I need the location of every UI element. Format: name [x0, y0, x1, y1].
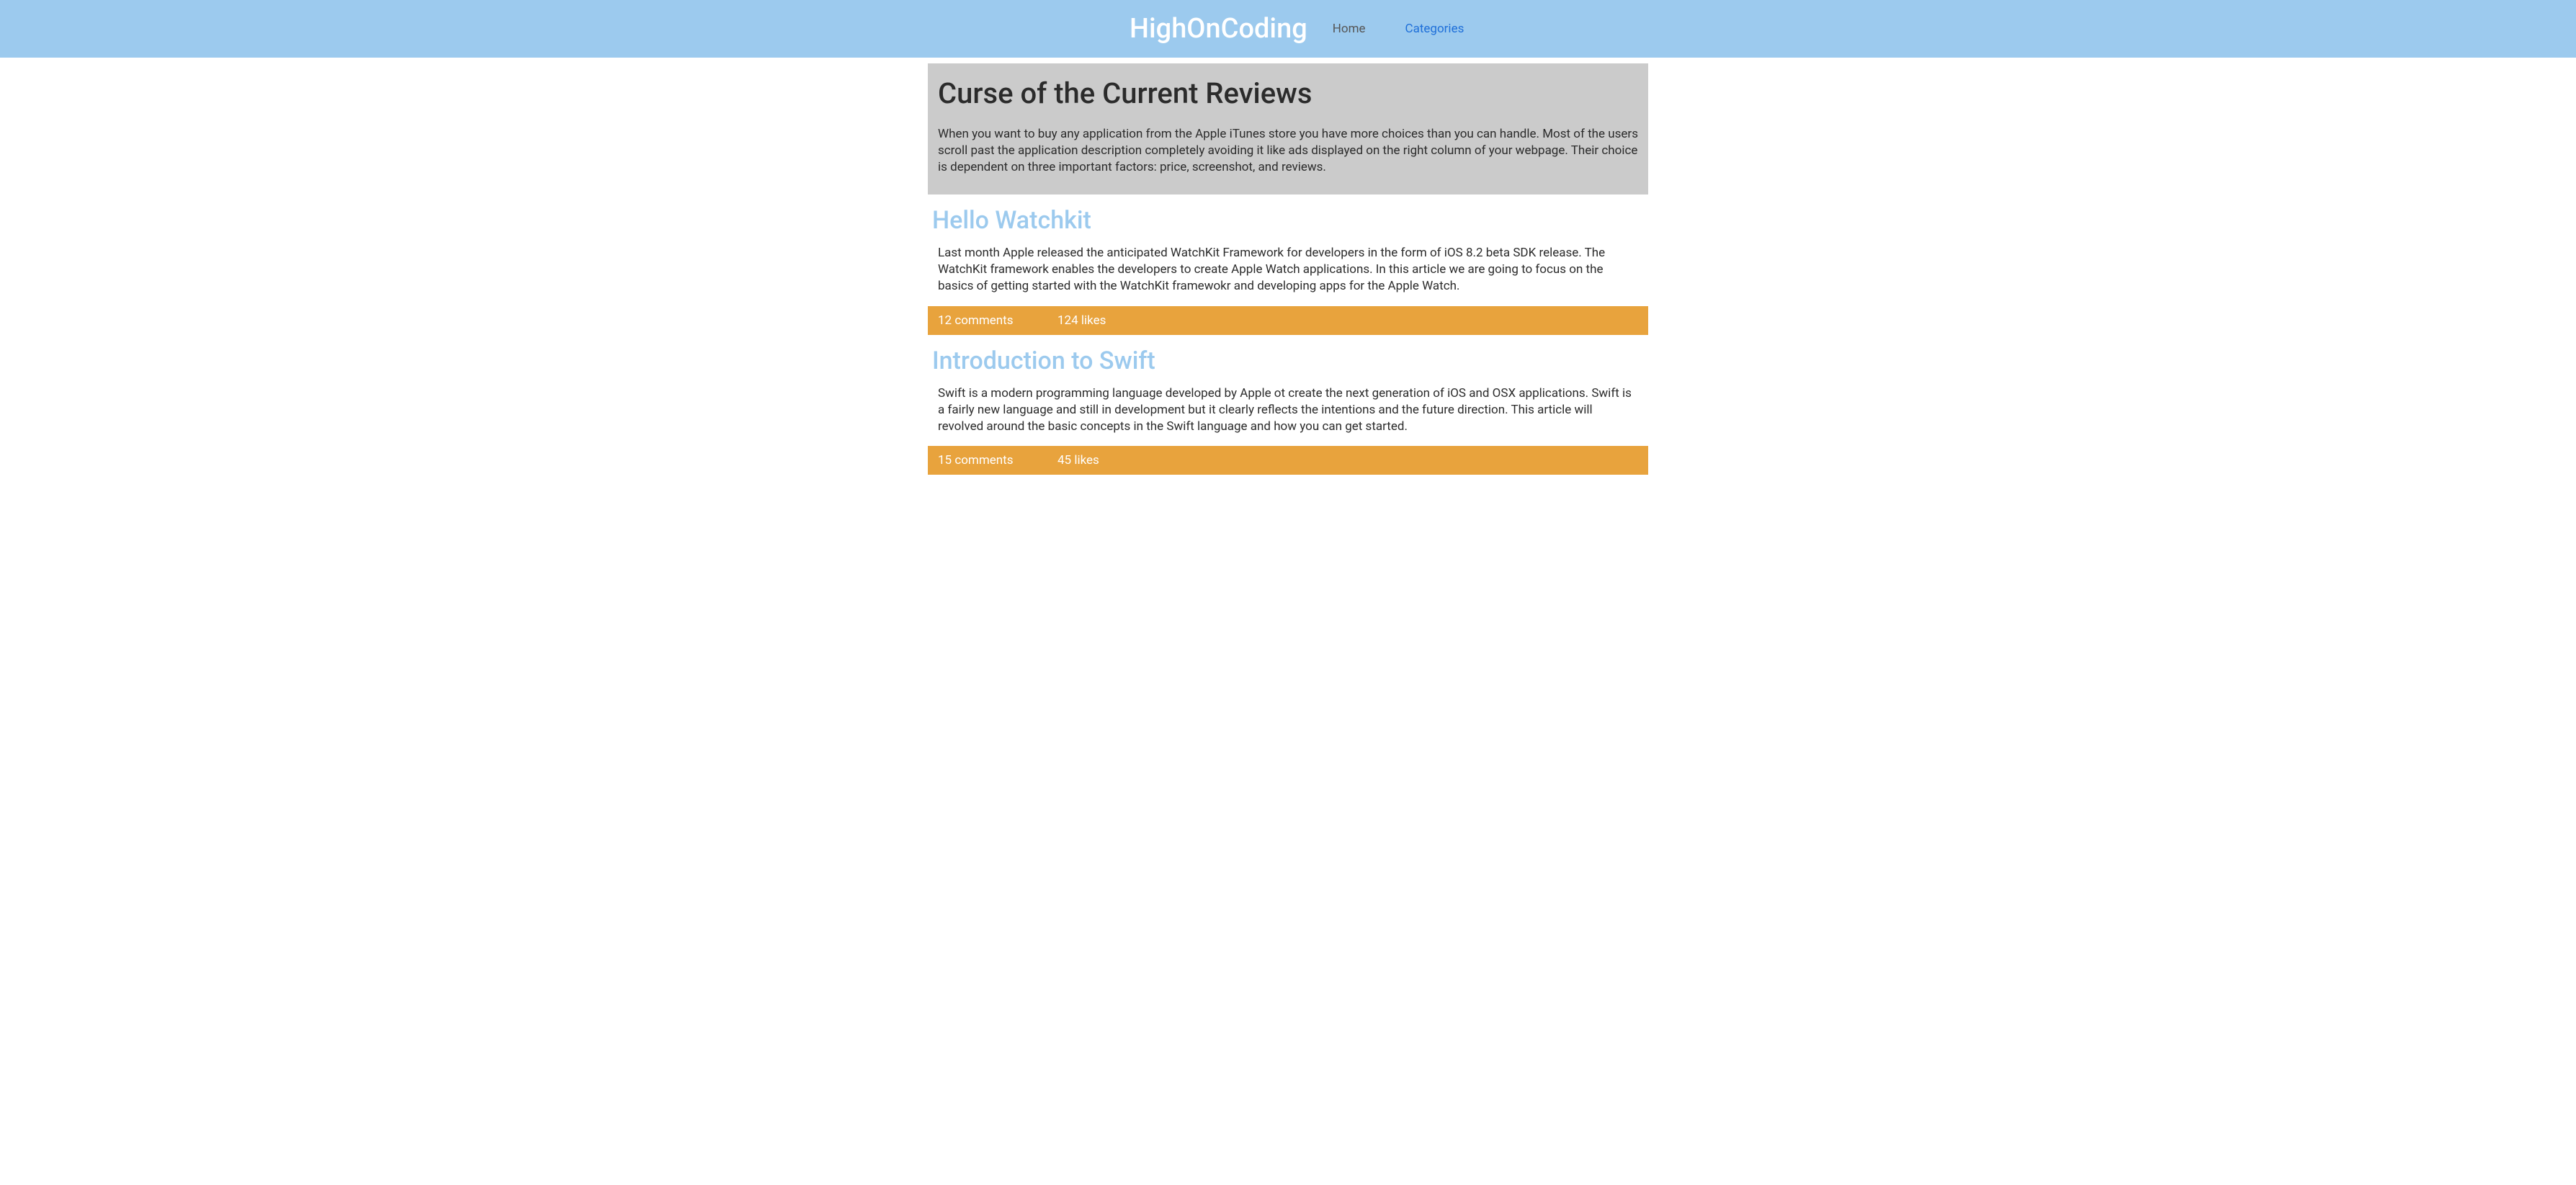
article: Hello Watchkit Last month Apple released… [928, 205, 1648, 335]
hero-panel: Curse of the Current Reviews When you wa… [928, 63, 1648, 194]
article-title-link[interactable]: Introduction to Swift [928, 345, 1648, 377]
article-comments: 15 comments [938, 453, 1057, 468]
site-title[interactable]: HighOnCoding [1130, 13, 1307, 45]
article-meta-bar: 15 comments 45 likes [928, 446, 1648, 475]
nav-link-home[interactable]: Home [1333, 22, 1366, 36]
header-inner: HighOnCoding Home Categories [928, 13, 1648, 45]
article-likes: 124 likes [1057, 313, 1106, 328]
article-body: Swift is a modern programming language d… [928, 377, 1648, 447]
article-body: Last month Apple released the anticipate… [928, 236, 1648, 306]
nav: Home Categories [1333, 22, 1464, 36]
article: Introduction to Swift Swift is a modern … [928, 345, 1648, 475]
nav-link-categories[interactable]: Categories [1405, 22, 1464, 36]
article-title-link[interactable]: Hello Watchkit [928, 205, 1648, 236]
hero-title: Curse of the Current Reviews [938, 76, 1638, 110]
article-likes: 45 likes [1057, 453, 1099, 468]
hero-text: When you want to buy any application fro… [938, 126, 1638, 176]
article-meta-bar: 12 comments 124 likes [928, 306, 1648, 335]
main-container: Curse of the Current Reviews When you wa… [928, 63, 1648, 475]
article-comments: 12 comments [938, 313, 1057, 328]
header: HighOnCoding Home Categories [0, 0, 2576, 58]
